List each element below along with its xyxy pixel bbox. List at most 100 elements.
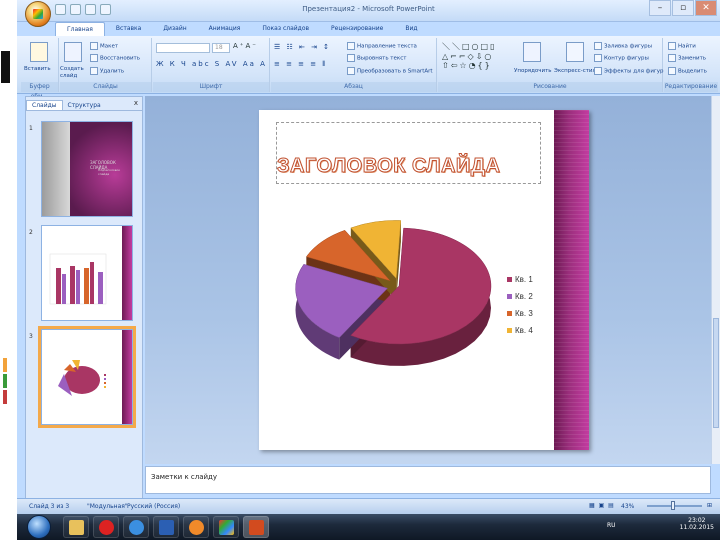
find-icon	[668, 42, 676, 50]
windows-icon[interactable]	[213, 516, 239, 538]
quick-styles-button[interactable]: Экспресс-стили	[554, 68, 600, 74]
start-button[interactable]	[27, 515, 51, 539]
keyboard-language[interactable]: RU	[607, 522, 616, 529]
margin-mark	[3, 374, 7, 388]
font-size-buttons[interactable]: A⁺A⁻	[233, 42, 258, 50]
powerpoint-window: Презентация2 - Microsoft PowerPoint – ▫ …	[17, 0, 720, 514]
pane-close-icon[interactable]: x	[134, 99, 138, 107]
align-buttons[interactable]: ≡ ≡ ≡ ≡ ⫴	[274, 60, 327, 69]
shape-fill-label: Заливка фигуры	[604, 43, 652, 50]
legend-swatch	[507, 311, 512, 316]
find-button[interactable]: Найти	[668, 42, 696, 50]
minimize-button[interactable]: –	[649, 0, 671, 16]
select-button[interactable]: Выделить	[668, 67, 707, 75]
title-placeholder[interactable]: ЗАГОЛОВОК СЛАЙДА	[276, 122, 541, 184]
ribbon: Вставить Буфер обм... Создать слайд Маке…	[17, 36, 720, 100]
vertical-scrollbar[interactable]	[711, 96, 720, 464]
slide-thumbnail-2[interactable]	[41, 225, 133, 321]
list-buttons[interactable]: ☰ ☷ ⇤ ⇥ ↕	[274, 43, 331, 51]
smartart-button[interactable]: Преобразовать в SmartArt	[347, 67, 433, 75]
zoom-level[interactable]: 43%	[621, 503, 634, 510]
language-indicator[interactable]: Русский (Россия)	[127, 503, 180, 510]
quick-styles-icon[interactable]	[566, 42, 584, 62]
clock-time: 23:02	[688, 517, 706, 524]
powerpoint-icon[interactable]	[243, 516, 269, 538]
paste-button[interactable]: Вставить	[24, 66, 51, 72]
paste-icon[interactable]	[30, 42, 48, 62]
slide-counter: Слайд 3 из 3	[29, 503, 70, 510]
slides-pane: Слайды Структура x 1 ЗАГОЛОВОК СЛАЙДА По…	[25, 96, 143, 500]
shape-effects-button[interactable]: Эффекты для фигур	[594, 67, 664, 75]
clock[interactable]: 23:02 11.02.2015	[680, 517, 714, 531]
tab-view[interactable]: Вид	[394, 22, 428, 36]
smartart-label: Преобразовать в SmartArt	[357, 68, 433, 75]
slide-thumbnail-3[interactable]	[38, 326, 136, 428]
text-direction-label: Направление текста	[357, 43, 417, 50]
pane-tabs: Слайды Структура	[26, 97, 142, 111]
word-icon[interactable]	[153, 516, 179, 538]
media-player-icon[interactable]	[183, 516, 209, 538]
office-button[interactable]	[25, 1, 51, 27]
shape-outline-button[interactable]: Контур фигуры	[594, 54, 649, 62]
select-icon	[668, 67, 676, 75]
group-slides: Создать слайд Макет Восстановить Удалить…	[60, 38, 152, 92]
group-label: Абзац	[271, 82, 436, 92]
close-button[interactable]: ✕	[695, 0, 717, 16]
shape-fill-button[interactable]: Заливка фигуры	[594, 42, 652, 50]
new-slide-button[interactable]: Создать слайд	[60, 66, 88, 80]
scrollbar-thumb[interactable]	[713, 318, 719, 428]
align-text-button[interactable]: Выровнять текст	[347, 54, 406, 62]
replace-button[interactable]: Заменить	[668, 54, 706, 62]
font-name-combo[interactable]	[156, 43, 210, 53]
arrange-icon[interactable]	[523, 42, 541, 62]
tab-slides[interactable]: Слайды	[26, 100, 63, 110]
clock-date: 11.02.2015	[679, 524, 714, 531]
tab-outline[interactable]: Структура	[63, 101, 106, 110]
tab-animation[interactable]: Анимация	[198, 22, 252, 36]
reset-label: Восстановить	[100, 55, 140, 62]
title-bar: Презентация2 - Microsoft PowerPoint – ▫ …	[17, 0, 720, 27]
ribbon-tabs: Главная Вставка Дизайн Анимация Показ сл…	[55, 22, 429, 36]
tab-home[interactable]: Главная	[55, 22, 105, 36]
delete-label: Удалить	[100, 68, 125, 75]
slide-side-band	[554, 110, 589, 450]
tab-insert[interactable]: Вставка	[105, 22, 152, 36]
notes-pane[interactable]: Заметки к слайду	[145, 466, 711, 494]
group-editing: Найти Заменить Выделить Редактирование	[664, 38, 718, 92]
tab-design[interactable]: Дизайн	[152, 22, 197, 36]
font-size-combo[interactable]: 18	[212, 43, 230, 53]
reset-button[interactable]: Восстановить	[90, 54, 140, 62]
slide-editing-area: ЗАГОЛОВОК СЛАЙДА Кв. 1 Кв. 2 Кв. 3 Кв. 4	[145, 96, 711, 464]
shape-effects-icon	[594, 67, 602, 75]
tab-review[interactable]: Рецензирование	[320, 22, 394, 36]
maximize-button[interactable]: ▫	[672, 0, 694, 16]
slide-thumbnail-1[interactable]: ЗАГОЛОВОК СЛАЙДА Подзаголовок слайда	[41, 121, 133, 217]
legend-label: Кв. 3	[515, 309, 533, 318]
group-label: Рисование	[438, 82, 662, 92]
text-direction-button[interactable]: Направление текста	[347, 42, 417, 50]
font-style-buttons[interactable]: Ж К Ч abc S AV Aa A	[156, 60, 267, 68]
arrange-button[interactable]: Упорядочить	[514, 68, 552, 74]
align-text-label: Выровнять текст	[357, 55, 407, 62]
margin-mark	[1, 51, 10, 83]
find-label: Найти	[678, 43, 696, 50]
replace-icon	[668, 54, 676, 62]
legend-label: Кв. 4	[515, 326, 533, 335]
window-controls: – ▫ ✕	[648, 0, 717, 16]
explorer-icon[interactable]	[63, 516, 89, 538]
tab-slideshow[interactable]: Показ слайдов	[251, 22, 320, 36]
shape-fill-icon	[594, 42, 602, 50]
fit-window-icon[interactable]: ⊞	[707, 502, 712, 509]
opera-icon[interactable]	[93, 516, 119, 538]
pie-chart[interactable]	[279, 214, 519, 384]
internet-explorer-icon[interactable]	[123, 516, 149, 538]
delete-slide-button[interactable]: Удалить	[90, 67, 124, 75]
slide-canvas[interactable]: ЗАГОЛОВОК СЛАЙДА Кв. 1 Кв. 2 Кв. 3 Кв. 4	[259, 110, 589, 450]
slide-title[interactable]: ЗАГОЛОВОК СЛАЙДА	[276, 155, 500, 178]
new-slide-icon[interactable]	[64, 42, 82, 62]
zoom-slider-knob[interactable]	[671, 501, 675, 510]
layout-button[interactable]: Макет	[90, 42, 118, 50]
group-clipboard: Вставить Буфер обм...	[21, 38, 59, 100]
shapes-gallery[interactable]: ＼＼□○□▯ △⌐⌐◇⇩○ ⇧⇦☆◔{}	[442, 41, 497, 70]
view-buttons[interactable]: ▦ ▣ ▤	[589, 502, 615, 509]
